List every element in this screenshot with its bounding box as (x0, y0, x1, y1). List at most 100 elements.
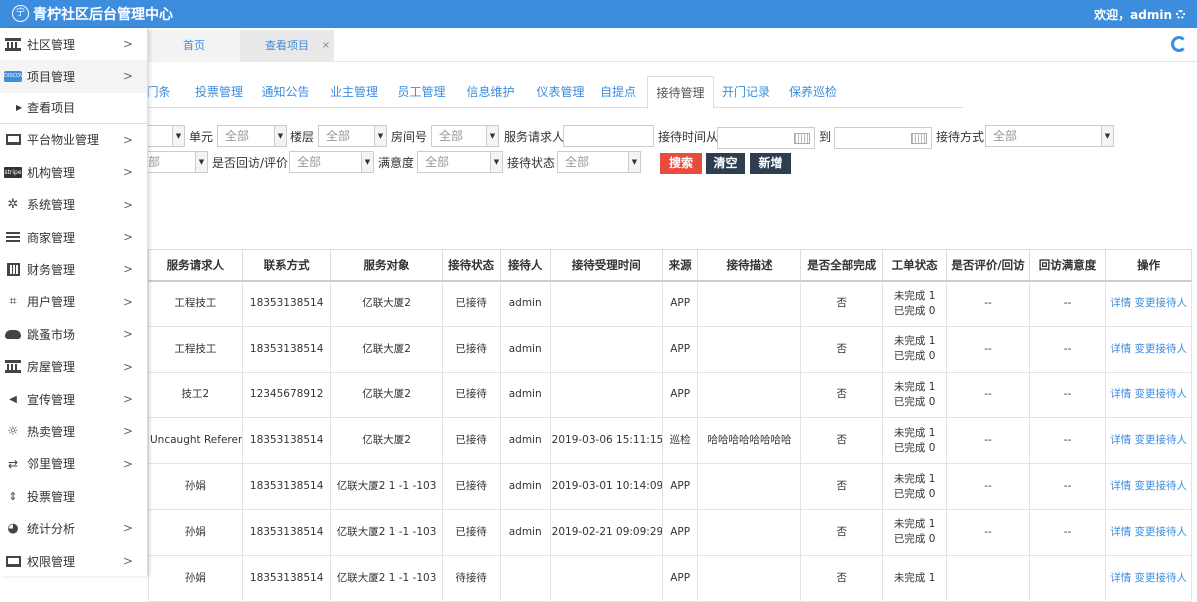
table-cell (549, 280, 663, 327)
requester-input[interactable] (563, 125, 654, 147)
time-from-input[interactable] (717, 127, 815, 149)
table-cell: 亿联大厦2 1 -1 -103 (330, 463, 443, 510)
floor-select-value: 全部 (326, 129, 351, 143)
chevron-down-icon: ▼ (361, 152, 373, 172)
user-menu[interactable]: 欢迎，admin (1094, 6, 1185, 23)
table-cell: -- (1028, 280, 1107, 327)
calendar-icon[interactable] (794, 133, 810, 144)
row-actions: 详情 变更接待人 (1105, 508, 1192, 556)
tab-section-2[interactable]: 通知公告 (254, 76, 317, 108)
tab-home[interactable]: 首页 (148, 30, 240, 62)
tab-section-9[interactable]: 开门记录 (718, 76, 774, 108)
satisfaction-select[interactable]: 全部 ▼ (417, 151, 503, 173)
work-order-status: 未完成 1 已完成 0 (882, 463, 948, 510)
satisfaction-select-value: 全部 (425, 155, 450, 169)
tab-section-1[interactable]: 投票管理 (188, 76, 250, 108)
sidebar-item-11[interactable]: ◀ 宣传管理 > (0, 383, 147, 415)
tab-view-project-label: 查看项目 (265, 39, 309, 52)
detail-link[interactable]: 详情 (1110, 297, 1131, 309)
tab-view-project[interactable]: 查看项目 × (240, 30, 334, 62)
column-header: 是否评价/回访 (946, 249, 1030, 282)
table-cell: 18353138514 (241, 280, 332, 327)
sidebar-item-9[interactable]: 跳蚤市场 > (0, 318, 147, 350)
sidebar-item-label: 社区管理 (27, 37, 76, 52)
detail-link[interactable]: 详情 (1110, 343, 1131, 355)
table-row: 工程技工 18353138514 亿联大厦2 已接待 admin APP 否未完成 1 已完… (148, 280, 1192, 327)
change-receiver-link[interactable]: 变更接待人 (1135, 572, 1188, 584)
method-label: 接待方式 (936, 130, 985, 144)
detail-link[interactable]: 详情 (1110, 388, 1131, 400)
sidebar-item-16[interactable]: 权限管理 > (0, 545, 147, 577)
tab-section-7[interactable]: 自提点 (596, 76, 640, 108)
add-button[interactable]: 新增 (750, 153, 791, 174)
sidebar-item-10[interactable]: 房屋管理 > (0, 351, 147, 383)
method-select[interactable]: 全部 ▼ (985, 125, 1114, 147)
change-receiver-link[interactable]: 变更接待人 (1135, 526, 1188, 538)
calendar-icon[interactable] (911, 133, 927, 144)
chevron-right-icon: > (122, 327, 133, 342)
tab-section-5[interactable]: 信息维护 (458, 76, 523, 108)
status-select[interactable]: 全部 ▼ (557, 151, 641, 173)
change-receiver-link[interactable]: 变更接待人 (1135, 343, 1188, 355)
sidebar-item-13[interactable]: ⇄ 邻里管理 > (0, 448, 147, 480)
floor-select[interactable]: 全部 ▼ (318, 125, 387, 147)
time-to-input[interactable] (834, 127, 932, 149)
sidebar-item-6[interactable]: 商家管理 > (0, 221, 147, 253)
table-cell: 孙娟 (148, 463, 243, 510)
sidebar-item-label: 系统管理 (27, 198, 76, 213)
sidebar-item-12[interactable]: ☼ 热卖管理 > (0, 415, 147, 447)
table-cell: 18353138514 (241, 508, 332, 556)
change-receiver-link[interactable]: 变更接待人 (1135, 480, 1188, 492)
column-header: 回访满意度 (1028, 249, 1107, 282)
revisit-select[interactable]: 全部 ▼ (289, 151, 374, 173)
sidebar-item-label: 查看项目 (27, 101, 76, 116)
sidebar-item-3[interactable]: 平台物业管理 > (0, 124, 147, 156)
table-cell: -- (946, 325, 1030, 373)
table-cell: 已接待 (441, 508, 501, 556)
change-receiver-link[interactable]: 变更接待人 (1135, 388, 1188, 400)
method-select-value: 全部 (993, 129, 1018, 143)
sidebar-item-4[interactable]: stripe 机构管理 > (0, 156, 147, 188)
search-button[interactable]: 搜索 (660, 153, 702, 174)
change-receiver-link[interactable]: 变更接待人 (1135, 297, 1188, 309)
refresh-icon[interactable] (1171, 36, 1187, 52)
tab-section-8[interactable]: 接待管理 (647, 76, 714, 109)
sidebar-item-15[interactable]: ◕ 统计分析 > (0, 512, 147, 544)
table-cell (549, 371, 663, 419)
tab-section-4[interactable]: 员工管理 (391, 76, 452, 108)
chevron-right-icon: > (122, 165, 133, 180)
table-cell (946, 554, 1030, 602)
close-icon[interactable]: × (322, 30, 330, 62)
detail-link[interactable]: 详情 (1110, 572, 1131, 584)
requester-label: 服务请求人 (504, 130, 565, 144)
room-select-value: 全部 (439, 129, 464, 143)
column-header: 接待人 (499, 249, 551, 282)
unit-select[interactable]: 全部 ▼ (217, 125, 287, 147)
clear-button[interactable]: 清空 (706, 153, 745, 174)
sidebar-item-1[interactable]: DISCOVER 项目管理 > (0, 60, 147, 93)
column-header: 是否全部完成 (800, 249, 884, 282)
tab-section-3[interactable]: 业主管理 (323, 76, 385, 108)
room-select[interactable]: 全部 ▼ (431, 125, 499, 147)
table-cell: 已接待 (441, 280, 501, 327)
chevron-right-icon: > (122, 69, 133, 84)
detail-link[interactable]: 详情 (1110, 526, 1131, 538)
detail-link[interactable]: 详情 (1110, 480, 1131, 492)
sidebar-item-8[interactable]: ⌗ 用户管理 > (0, 286, 147, 318)
reception-table: 服务请求人 联系方式 服务对象 接待状态 接待人 接待受理时间 来源 接待描述 是否全部完成 工单… (148, 249, 1192, 602)
sidebar-subitem-view-project[interactable]: ▶ 查看项目 (0, 92, 147, 124)
partial-select[interactable]: 部 ▼ (140, 151, 208, 173)
tab-section-10[interactable]: 保养巡检 (784, 76, 842, 108)
sidebar-item-7[interactable]: 财务管理 > (0, 253, 147, 285)
detail-link[interactable]: 详情 (1110, 434, 1131, 446)
change-receiver-link[interactable]: 变更接待人 (1135, 434, 1188, 446)
chevron-right-icon: > (122, 132, 133, 147)
gear-icon[interactable] (1176, 10, 1185, 19)
table-cell: admin (499, 325, 551, 373)
tab-section-6[interactable]: 仪表管理 (528, 76, 593, 108)
sidebar-item-5[interactable]: ✲ 系统管理 > (0, 189, 147, 221)
sidebar-item-14[interactable]: ⇕ 投票管理 (0, 480, 147, 512)
sidebar-item-label: 用户管理 (27, 295, 76, 310)
table-cell: APP (661, 371, 699, 419)
sidebar-item-0[interactable]: 社区管理 > (0, 28, 147, 60)
